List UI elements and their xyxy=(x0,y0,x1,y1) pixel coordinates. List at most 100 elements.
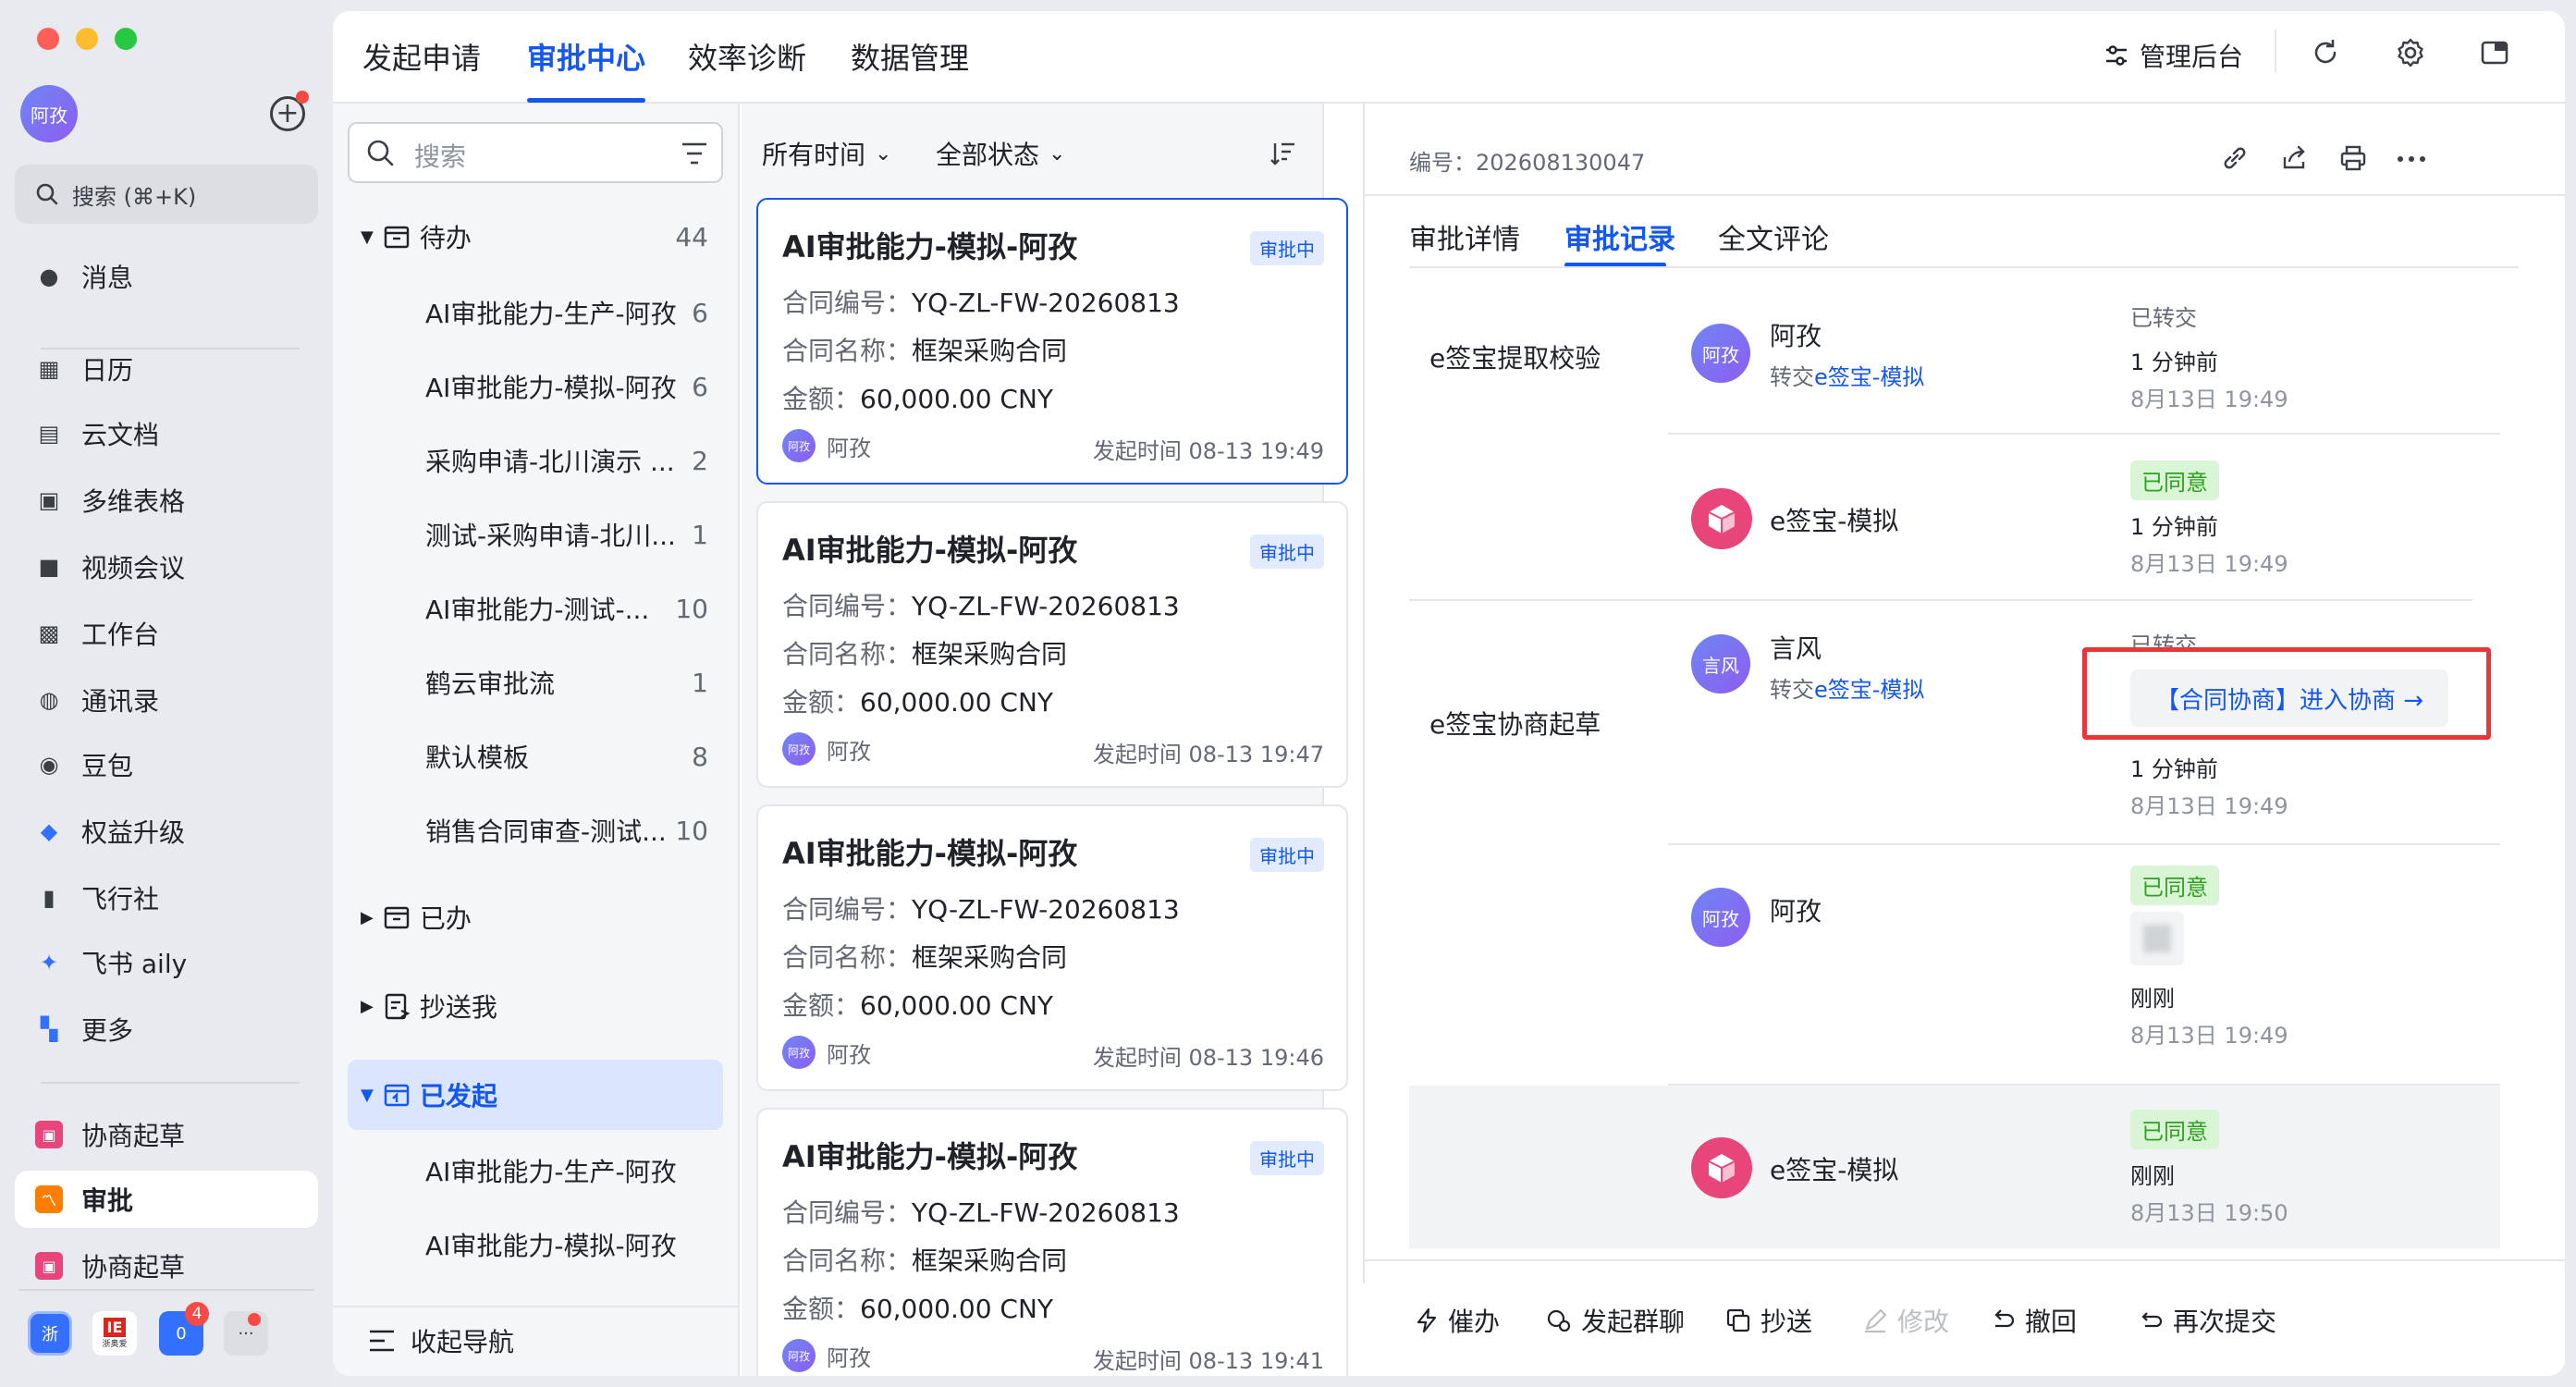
todo-item-count: 10 xyxy=(675,593,708,624)
sidebar-item-10[interactable]: ✦ 飞书 aily xyxy=(15,934,318,991)
refresh-icon[interactable] xyxy=(2310,37,2341,68)
todo-item[interactable]: AI审批能力-测试-... 10 xyxy=(348,571,723,645)
record-forward-link[interactable]: e签宝-模拟 xyxy=(1814,677,1924,703)
sidebar-item-11[interactable]: ▚ 更多 xyxy=(15,1000,318,1058)
todo-item[interactable]: AI审批能力-生产-阿孜 6 xyxy=(348,276,723,350)
action-label: 修改 xyxy=(1897,1307,1950,1337)
request-card[interactable]: AI审批能力-模拟-阿孜 审批中 合同编号：YQ-ZL-FW-20260813 … xyxy=(756,501,1348,788)
sidebar-item-7[interactable]: ◉ 豆包 xyxy=(15,736,318,793)
pinned-app-1[interactable]: 〽 审批 xyxy=(15,1171,318,1228)
tab-data-management[interactable]: 数据管理 xyxy=(851,35,969,78)
search-icon xyxy=(367,140,394,166)
todo-item[interactable]: 销售合同审查-测试... 10 xyxy=(348,793,723,867)
card-user-name: 阿孜 xyxy=(827,738,871,765)
todo-item[interactable]: 默认模板 8 xyxy=(348,719,723,793)
open-window-icon[interactable] xyxy=(2480,39,2511,67)
tab-comments[interactable]: 全文评论 xyxy=(1718,216,1829,257)
action-group-chat[interactable]: 发起群聊 xyxy=(1546,1302,1685,1339)
pinned-app-label: 协商起草 xyxy=(81,1252,186,1283)
action-urge-bolt[interactable]: 催办 xyxy=(1415,1302,1500,1339)
collapse-nav-button[interactable]: 收起导航 xyxy=(368,1322,514,1359)
category-todo[interactable]: ▼ 待办 44 xyxy=(348,202,723,272)
sidebar-item-label: 通讯录 xyxy=(81,686,160,717)
time-filter-dropdown[interactable]: 所有时间 ⌄ xyxy=(762,135,891,172)
action-label: 催办 xyxy=(1448,1307,1501,1337)
tab-approval-center[interactable]: 审批中心 xyxy=(527,35,645,78)
pinned-app-2[interactable]: ▣ 协商起草 xyxy=(15,1237,318,1295)
action-resubmit[interactable]: 再次提交 xyxy=(2138,1302,2276,1339)
sidebar-item-2[interactable]: ▤ 云文档 xyxy=(15,405,318,462)
todo-item[interactable]: 采购申请-北川演示 ... 2 xyxy=(348,423,723,497)
card-user-name: 阿孜 xyxy=(827,1344,871,1371)
global-search[interactable]: 搜索 (⌘+K) xyxy=(15,165,318,224)
category-search-placeholder: 搜索 xyxy=(414,141,467,172)
more-apps-icon: ▚ xyxy=(40,1016,58,1042)
sidebar-item-6[interactable]: ◍ 通讯录 xyxy=(15,671,318,729)
action-undo[interactable]: 撤回 xyxy=(1990,1302,2077,1339)
pinned-app-label: 协商起草 xyxy=(81,1121,186,1151)
link-icon[interactable] xyxy=(2221,144,2249,172)
todo-item[interactable]: 测试-采购申请-北川... 1 xyxy=(348,497,723,571)
user-avatar[interactable]: 阿孜 xyxy=(20,85,78,142)
todo-item-label: 采购申请-北川演示 ... xyxy=(425,447,675,477)
request-card[interactable]: AI审批能力-模拟-阿孜 审批中 合同编号：YQ-ZL-FW-20260813 … xyxy=(756,198,1348,485)
more-icon[interactable] xyxy=(2397,155,2426,163)
todo-item[interactable]: 鹤云审批流 1 xyxy=(348,645,723,719)
status-filter-dropdown[interactable]: 全部状态 ⌄ xyxy=(936,135,1065,172)
sort-icon[interactable] xyxy=(1270,141,1296,166)
sidebar-item-8[interactable]: ◆ 权益升级 xyxy=(15,803,318,860)
sidebar-item-9[interactable]: ▮ 飞行社 xyxy=(15,869,318,927)
workplace-icon: ▩ xyxy=(38,620,60,646)
tab-approval-record[interactable]: 审批记录 xyxy=(1564,216,1675,257)
tab-create-request[interactable]: 发起申请 xyxy=(362,35,481,78)
sidebar-item-5[interactable]: ▩ 工作台 xyxy=(15,605,318,662)
dock-more-button[interactable]: ··· xyxy=(224,1311,268,1356)
divider xyxy=(1363,1259,2565,1261)
category-search-input[interactable]: 搜索 xyxy=(348,122,723,183)
close-window-button[interactable] xyxy=(37,28,59,50)
tab-efficiency[interactable]: 效率诊断 xyxy=(688,35,806,78)
share-icon[interactable] xyxy=(2280,144,2308,172)
record-person-name: e签宝-模拟 xyxy=(1770,1155,1899,1185)
divider xyxy=(41,1082,300,1084)
todo-item[interactable]: AI审批能力-模拟-阿孜 6 xyxy=(348,350,723,423)
category-done[interactable]: ▶ 已办 xyxy=(348,882,723,952)
initiated-item[interactable]: AI审批能力-生产-阿孜 xyxy=(348,1134,723,1208)
record-row-hover[interactable] xyxy=(1409,1086,2500,1248)
divider xyxy=(2275,30,2276,72)
dock-app-zhe[interactable]: 浙 xyxy=(28,1311,72,1356)
initiated-item[interactable]: AI审批能力-模拟-阿孜 xyxy=(348,1208,723,1282)
sidebar-item-label: 权益升级 xyxy=(81,817,186,848)
card-amount: 金额：60,000.00 CNY xyxy=(782,687,1054,718)
record-relative-time: 1 分钟前 xyxy=(2130,514,2218,540)
action-edit-pencil[interactable]: 修改 xyxy=(1862,1302,1949,1339)
divider xyxy=(1363,194,2565,196)
signature-image[interactable] xyxy=(2130,912,2184,965)
admin-console-button[interactable]: 管理后台 xyxy=(2103,37,2243,74)
dock-app-ie[interactable]: IE 浙奥爱 xyxy=(92,1311,137,1356)
sidebar-item-0[interactable]: ● 消息 xyxy=(15,248,318,305)
inbox-icon xyxy=(384,226,410,249)
record-forward-link[interactable]: e签宝-模拟 xyxy=(1814,364,1924,390)
pinned-app-0[interactable]: ▣ 协商起草 xyxy=(15,1106,318,1163)
card-amount: 金额：60,000.00 CNY xyxy=(782,990,1054,1021)
print-icon[interactable] xyxy=(2339,144,2367,172)
divider xyxy=(1668,433,2500,435)
category-cc[interactable]: ▶ 抄送我 xyxy=(348,971,723,1041)
sidebar-item-3[interactable]: ▣ 多维表格 xyxy=(15,472,318,529)
request-card[interactable]: AI审批能力-模拟-阿孜 审批中 合同编号：YQ-ZL-FW-20260813 … xyxy=(756,804,1348,1091)
category-initiated[interactable]: ▼ 已发起 xyxy=(348,1060,723,1130)
enter-negotiation-button[interactable]: 【合同协商】进入协商 → xyxy=(2130,669,2448,727)
gear-icon[interactable] xyxy=(2395,37,2426,68)
filter-icon[interactable] xyxy=(681,141,708,166)
card-contract-name: 合同名称：框架采购合同 xyxy=(782,639,1068,669)
tab-approval-detail[interactable]: 审批详情 xyxy=(1409,216,1520,257)
action-copy[interactable]: 抄送 xyxy=(1725,1302,1812,1339)
request-card[interactable]: AI审批能力-模拟-阿孜 审批中 合同编号：YQ-ZL-FW-20260813 … xyxy=(756,1108,1348,1376)
sidebar-item-4[interactable]: ■ 视频会议 xyxy=(15,538,318,595)
todo-item-count: 10 xyxy=(675,815,708,846)
zoom-window-button[interactable] xyxy=(115,28,137,50)
record-relative-time: 1 分钟前 xyxy=(2130,350,2218,375)
minimize-window-button[interactable] xyxy=(76,28,98,50)
base-icon: ▣ xyxy=(38,487,60,513)
